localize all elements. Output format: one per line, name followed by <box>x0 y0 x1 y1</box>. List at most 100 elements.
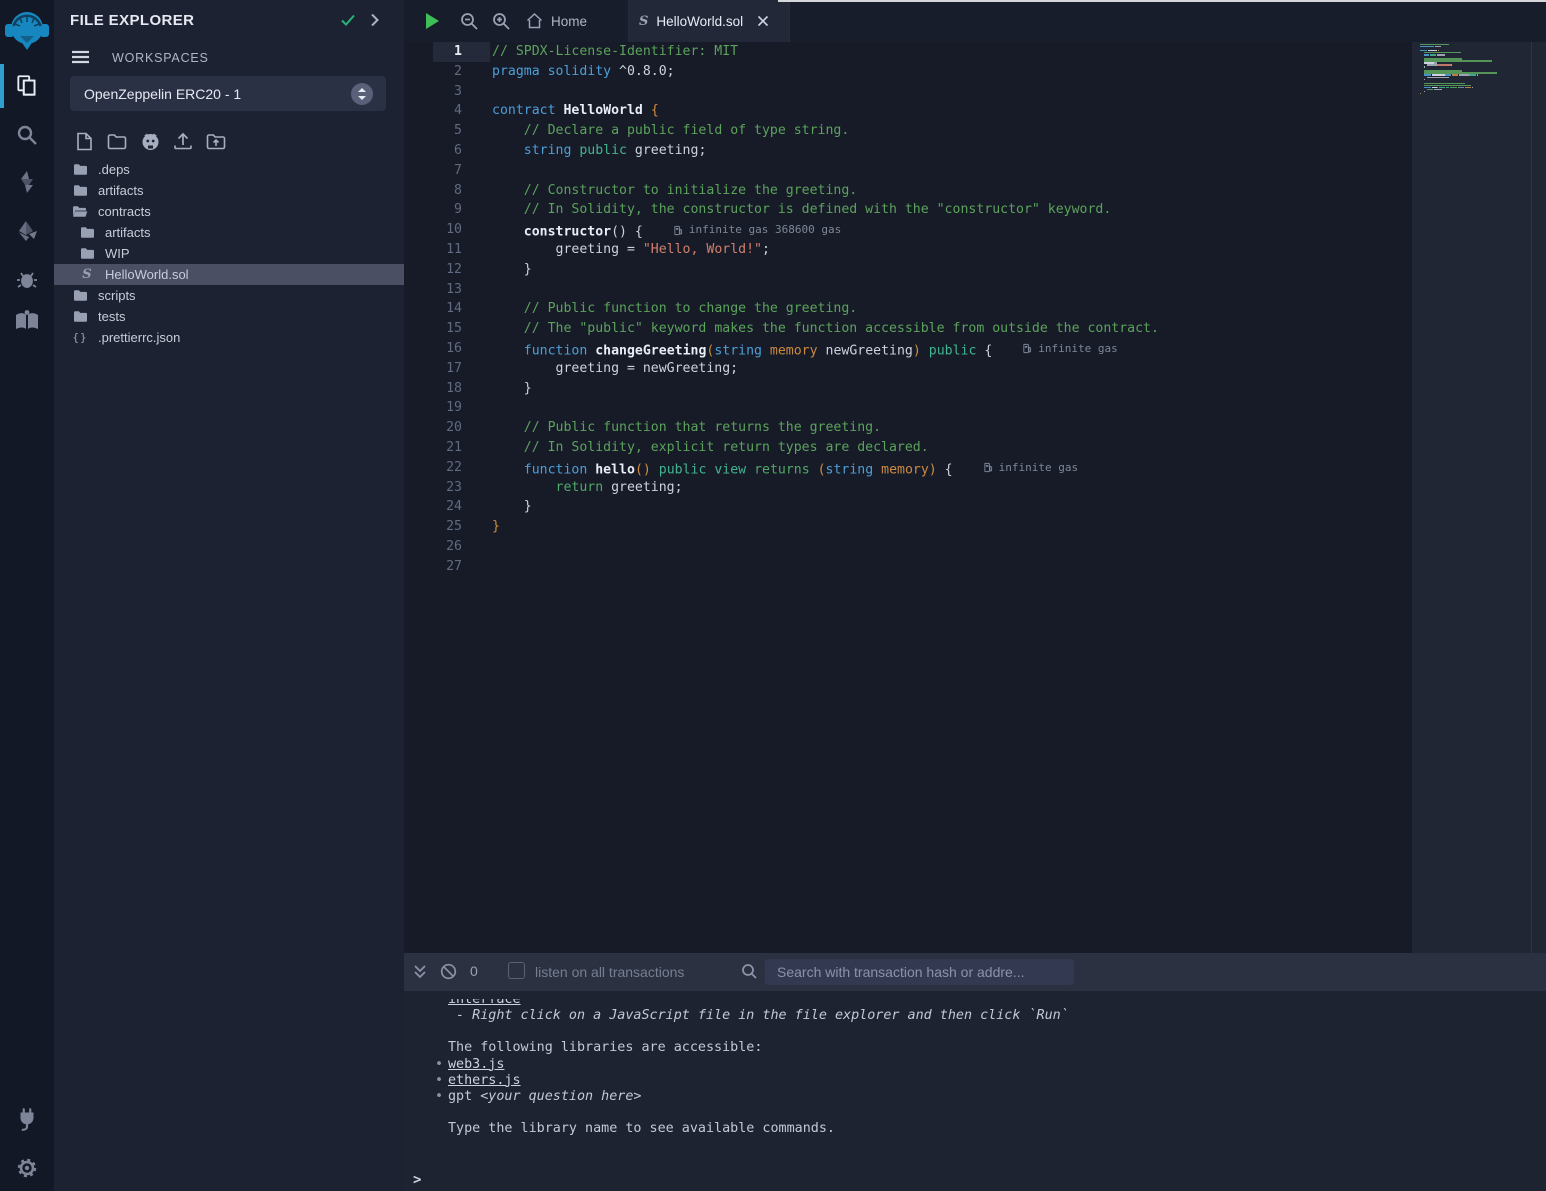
code-line-4[interactable]: 4contract HelloWorld { <box>404 101 1412 121</box>
remix-ide-window: FILE EXPLORER WORKSPACES OpenZeppelin ER… <box>0 0 1546 1191</box>
line-number: 15 <box>404 319 490 339</box>
code-line-12[interactable]: 12 } <box>404 260 1412 280</box>
solidity-file-icon: S <box>639 14 648 29</box>
code-line-13[interactable]: 13 <box>404 280 1412 300</box>
tab-helloworld-sol[interactable]: S HelloWorld.sol <box>628 0 790 42</box>
terminal-link[interactable]: interface <box>448 999 1546 1008</box>
github-icon[interactable] <box>137 129 163 153</box>
tree-item-helloworld-sol[interactable]: SHelloWorld.sol <box>54 264 404 285</box>
code-text <box>490 537 492 557</box>
code-text: string public greeting; <box>490 141 706 161</box>
upload-file-icon[interactable] <box>170 129 196 153</box>
terminal-link[interactable]: web3.js <box>448 1057 504 1072</box>
tree-item-contracts[interactable]: contracts <box>54 201 404 222</box>
line-number: 9 <box>404 200 490 220</box>
new-folder-icon[interactable] <box>104 129 130 153</box>
clear-console-icon[interactable] <box>440 963 457 980</box>
code-text: function hello() public view returns (st… <box>490 458 1078 478</box>
tree-item-artifacts[interactable]: artifacts <box>54 180 404 201</box>
collapse-terminal-icon[interactable] <box>413 964 427 980</box>
code-text: constructor() {infinite gas 368600 gas <box>490 220 841 240</box>
code-line-19[interactable]: 19 <box>404 398 1412 418</box>
tab-close-icon[interactable] <box>757 15 769 27</box>
debugger-icon[interactable] <box>0 257 54 301</box>
code-line-9[interactable]: 9 // In Solidity, the constructor is def… <box>404 200 1412 220</box>
minimap[interactable] <box>1420 44 1524 99</box>
upload-folder-icon[interactable] <box>203 129 229 153</box>
learneth-book-icon[interactable] <box>0 299 54 343</box>
line-number: 8 <box>404 181 490 201</box>
editor-area: Home S HelloWorld.sol 1// SPDX-License-I… <box>404 0 1546 953</box>
code-editor[interactable]: 1// SPDX-License-Identifier: MIT2pragma … <box>404 42 1412 953</box>
code-line-27[interactable]: 27 <box>404 557 1412 577</box>
remix-logo-icon[interactable] <box>3 6 51 54</box>
workspace-dropdown-toggle-icon[interactable] <box>351 83 373 105</box>
listen-transactions-checkbox[interactable] <box>508 962 525 979</box>
line-number: 6 <box>404 141 490 161</box>
workspaces-menu-icon[interactable] <box>71 50 90 64</box>
tree-item-label: .deps <box>98 162 130 177</box>
tree-item--deps[interactable]: .deps <box>54 159 404 180</box>
terminal-line <box>404 1024 1546 1040</box>
tree-item-artifacts[interactable]: artifacts <box>54 222 404 243</box>
gas-estimate-annotation: infinite gas <box>1022 339 1117 359</box>
code-line-2[interactable]: 2pragma solidity ^0.8.0; <box>404 62 1412 82</box>
terminal-prompt[interactable]: > <box>404 1172 1546 1188</box>
plugin-manager-icon[interactable] <box>0 1097 54 1141</box>
tree-item-scripts[interactable]: scripts <box>54 285 404 306</box>
line-number: 22 <box>404 458 490 478</box>
code-line-15[interactable]: 15 // The "public" keyword makes the fun… <box>404 319 1412 339</box>
accept-check-icon[interactable] <box>340 13 356 27</box>
search-icon[interactable] <box>0 113 54 157</box>
code-line-14[interactable]: 14 // Public function to change the gree… <box>404 299 1412 319</box>
zoom-out-button[interactable] <box>456 8 482 34</box>
tree-item-label: tests <box>98 309 125 324</box>
terminal-output[interactable]: interface - Right click on a JavaScript … <box>404 991 1546 1191</box>
folder-icon <box>72 163 88 176</box>
line-number: 13 <box>404 280 490 300</box>
code-text <box>490 398 492 418</box>
scrollbar-track-line <box>1531 42 1532 953</box>
terminal-panel: 0 listen on all transactions interface -… <box>404 953 1546 1191</box>
line-number: 27 <box>404 557 490 577</box>
tree-item-tests[interactable]: tests <box>54 306 404 327</box>
code-line-8[interactable]: 8 // Constructor to initialize the greet… <box>404 181 1412 201</box>
code-line-22[interactable]: 22 function hello() public view returns … <box>404 458 1412 478</box>
solidity-compiler-icon[interactable] <box>0 160 54 204</box>
code-line-11[interactable]: 11 greeting = "Hello, World!"; <box>404 240 1412 260</box>
file-explorer-icon[interactable] <box>0 64 54 108</box>
tab-home[interactable]: Home <box>516 0 628 42</box>
zoom-in-button[interactable] <box>488 8 514 34</box>
code-line-24[interactable]: 24 } <box>404 497 1412 517</box>
code-line-10[interactable]: 10 constructor() {infinite gas 368600 ga… <box>404 220 1412 240</box>
tree-item-wip[interactable]: WIP <box>54 243 404 264</box>
code-text: pragma solidity ^0.8.0; <box>490 62 675 82</box>
tree-item--prettierrc-json[interactable]: {}.prettierrc.json <box>54 327 404 348</box>
folder-icon <box>79 226 95 239</box>
code-line-25[interactable]: 25} <box>404 517 1412 537</box>
code-line-17[interactable]: 17 greeting = newGreeting; <box>404 359 1412 379</box>
code-text: } <box>490 379 532 399</box>
line-number: 3 <box>404 82 490 102</box>
code-line-20[interactable]: 20 // Public function that returns the g… <box>404 418 1412 438</box>
deploy-run-icon[interactable] <box>0 209 54 253</box>
code-line-5[interactable]: 5 // Declare a public field of type stri… <box>404 121 1412 141</box>
workspace-dropdown[interactable]: OpenZeppelin ERC20 - 1 <box>70 76 386 111</box>
new-file-icon[interactable] <box>71 129 97 153</box>
code-line-7[interactable]: 7 <box>404 161 1412 181</box>
code-text: } <box>490 517 500 537</box>
transaction-search-input[interactable] <box>765 959 1074 985</box>
panel-chevron-right-icon[interactable] <box>370 13 380 27</box>
run-script-button[interactable] <box>419 8 445 34</box>
code-line-16[interactable]: 16 function changeGreeting(string memory… <box>404 339 1412 359</box>
code-line-3[interactable]: 3 <box>404 82 1412 102</box>
code-line-18[interactable]: 18 } <box>404 379 1412 399</box>
code-line-26[interactable]: 26 <box>404 537 1412 557</box>
gas-estimate-annotation: infinite gas 368600 gas <box>673 220 841 240</box>
terminal-link[interactable]: ethers.js <box>448 1073 521 1088</box>
settings-gear-icon[interactable] <box>0 1146 54 1190</box>
code-line-21[interactable]: 21 // In Solidity, explicit return types… <box>404 438 1412 458</box>
code-line-1[interactable]: 1// SPDX-License-Identifier: MIT <box>404 42 1412 62</box>
code-line-23[interactable]: 23 return greeting; <box>404 478 1412 498</box>
code-line-6[interactable]: 6 string public greeting; <box>404 141 1412 161</box>
